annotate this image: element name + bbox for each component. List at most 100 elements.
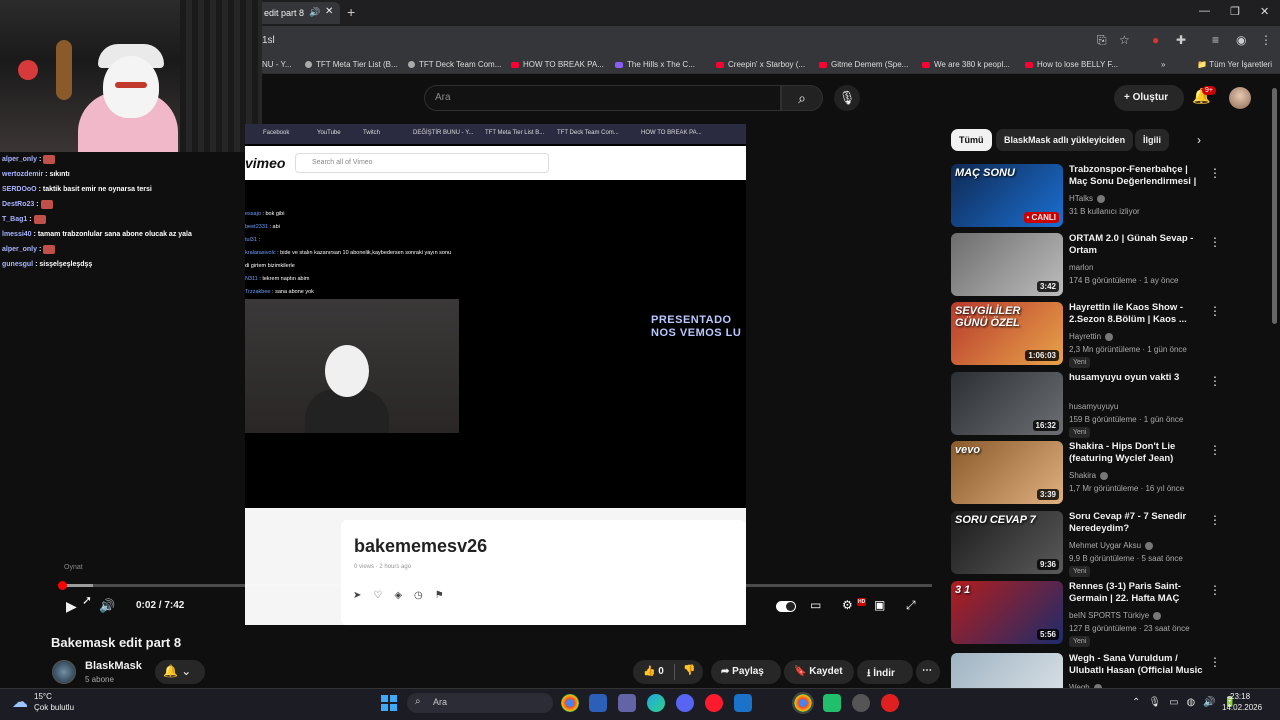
save-button[interactable]: 🔖 Kaydet: [784, 660, 854, 684]
like-dislike-group[interactable]: 👍 0 👎: [633, 660, 703, 684]
video-player[interactable]: Facebook YouTube Twitch DEĞİŞTİR BUNU - Y..…: [245, 124, 746, 625]
create-button[interactable]: + Oluştur: [1114, 85, 1184, 111]
profile-icon[interactable]: ◉: [1236, 33, 1246, 47]
bookmark-item[interactable]: NU - Y...: [262, 60, 292, 69]
bookmark-item[interactable]: Gitme Demem (Spe...: [819, 60, 908, 69]
recommendation-item[interactable]: 16:32 husamyuyu oyun vakti 3 husamyuyuyu 15…: [951, 372, 1261, 438]
extensions-puzzle-icon[interactable]: ✚: [1176, 33, 1186, 47]
bookmark-item[interactable]: TFT Meta Tier List (B...: [305, 60, 398, 69]
thumbs-up-icon[interactable]: 👍: [643, 666, 655, 677]
recommendation-thumbnail[interactable]: vevo 3:39: [951, 441, 1063, 504]
recommendation-channel[interactable]: husamyuyuyu: [1069, 402, 1118, 411]
fullscreen-icon[interactable]: ⤢: [906, 598, 916, 613]
more-options-icon[interactable]: ⋮: [1209, 443, 1221, 457]
recommendation-item[interactable]: MAÇ SONU • CANLI Trabzonspor-Fenerbahçe | …: [951, 164, 1261, 228]
bookmark-item[interactable]: Creepin' x Starboy (...: [716, 60, 805, 69]
recommendation-item[interactable]: SORU CEVAP 7 9:36 Soru Cevap #7 - 7 Senedi…: [951, 511, 1261, 577]
play-button[interactable]: ▶: [66, 598, 77, 615]
chip-from-uploader[interactable]: BlaskMask adlı yükleyiciden: [996, 129, 1134, 151]
store-icon[interactable]: [589, 694, 607, 712]
app-green-icon[interactable]: [823, 694, 841, 712]
recommendation-title[interactable]: Hayrettin ile Kaos Show - 2.Sezon 8.Bölü…: [1069, 302, 1207, 326]
more-options-icon[interactable]: ⋮: [1209, 304, 1221, 318]
more-options-icon[interactable]: ⋮: [1209, 374, 1221, 388]
more-options-icon[interactable]: ⋮: [1209, 513, 1221, 527]
bookmark-item[interactable]: How to lose BELLY F...: [1025, 60, 1118, 69]
recommendation-item[interactable]: SEVGİLİLER GÜNÜ ÖZEL 1:06:03 Hayrettin ile…: [951, 302, 1261, 368]
recommendation-title[interactable]: ORTAM 2.0 | Günah Sevap - Ortam: [1069, 233, 1207, 257]
recommendation-title[interactable]: Shakira - Hips Don't Lie (featuring Wycl…: [1069, 441, 1207, 465]
extension-red-icon[interactable]: ●: [1152, 33, 1159, 47]
page-scrollbar[interactable]: [1272, 88, 1277, 324]
edge-icon[interactable]: [647, 694, 665, 712]
channel-avatar[interactable]: [52, 660, 76, 684]
channel-name[interactable]: BlaskMask: [85, 660, 142, 672]
windows-start-icon[interactable]: [381, 695, 397, 711]
browser-menu-icon[interactable]: ⋮: [1260, 33, 1272, 47]
url-field[interactable]: 1sl: [262, 35, 275, 46]
recommendation-channel[interactable]: Hayrettin: [1069, 332, 1114, 341]
recommendation-item[interactable]: 3 1 5:56 Rennes (3-1) Paris Saint-Germain …: [951, 581, 1261, 647]
recommendation-title[interactable]: Rennes (3-1) Paris Saint-Germain | 22. H…: [1069, 581, 1207, 605]
more-options-icon[interactable]: ⋮: [1209, 655, 1221, 669]
more-options-icon[interactable]: ⋮: [1209, 166, 1221, 180]
recommendation-title[interactable]: Soru Cevap #7 - 7 Senedir Neredeydim?: [1069, 511, 1207, 535]
weather-temp[interactable]: 15°C: [34, 692, 52, 701]
clock-date[interactable]: 14.02.2026: [1222, 703, 1262, 712]
new-tab-button[interactable]: +: [347, 4, 355, 20]
bookmarks-overflow-icon[interactable]: »: [1161, 60, 1165, 69]
taskbar-search[interactable]: ⌕ Ara: [407, 693, 553, 713]
recommendation-title[interactable]: Wegh - Sana Vuruldum / Ulubatlı Hasan (O…: [1069, 653, 1207, 677]
chrome-active-icon[interactable]: [792, 692, 814, 714]
download-button[interactable]: ⭳ İndir: [857, 660, 913, 684]
recommendation-thumbnail[interactable]: SORU CEVAP 7 9:36: [951, 511, 1063, 574]
recommendation-thumbnail[interactable]: SEVGİLİLER GÜNÜ ÖZEL 1:06:03: [951, 302, 1063, 365]
discord-icon[interactable]: [676, 694, 694, 712]
account-avatar[interactable]: [1229, 87, 1251, 109]
recommendation-title[interactable]: husamyuyu oyun vakti 3: [1069, 372, 1207, 384]
recommendation-thumbnail[interactable]: 16:32: [951, 372, 1063, 435]
weather-desc[interactable]: Çok bulutlu: [34, 703, 74, 712]
all-bookmarks-folder[interactable]: 📁 Tüm Yer İşaretleri: [1197, 60, 1272, 69]
teams-icon[interactable]: [618, 694, 636, 712]
recommendation-title[interactable]: Trabzonspor-Fenerbahçe | Maç Sonu Değerl…: [1069, 164, 1207, 188]
volume-button[interactable]: 🔊: [99, 598, 115, 614]
recommendation-thumbnail[interactable]: MAÇ SONU • CANLI: [951, 164, 1063, 227]
clock-time[interactable]: 23:18: [1230, 692, 1250, 701]
miniplayer-icon[interactable]: ▣: [874, 598, 885, 612]
recommendation-thumbnail[interactable]: 3 1 5:56: [951, 581, 1063, 644]
chip-related[interactable]: İlgili: [1135, 129, 1169, 151]
chip-all[interactable]: Tümü: [951, 129, 992, 151]
recommendation-thumbnail[interactable]: 3:42: [951, 233, 1063, 296]
share-button[interactable]: ➦ Paylaş: [711, 660, 781, 684]
media-controls-icon[interactable]: ≡: [1212, 33, 1219, 47]
recommendation-channel[interactable]: marlon: [1069, 263, 1093, 272]
window-close-icon[interactable]: ✕: [1260, 5, 1269, 18]
autoplay-toggle[interactable]: [776, 601, 796, 612]
install-app-icon[interactable]: ⎘: [1097, 33, 1107, 48]
more-options-icon[interactable]: ⋮: [1209, 583, 1221, 597]
subtitles-icon[interactable]: ▭: [810, 598, 821, 612]
scrubber-handle[interactable]: [58, 581, 67, 590]
recommendation-item[interactable]: 3:42 ORTAM 2.0 | Günah Sevap - Ortam marlo…: [951, 233, 1261, 297]
app-gray-icon[interactable]: [852, 694, 870, 712]
browser-tab-active[interactable]: edit part 8 🔊 ✕: [258, 2, 340, 24]
progress-bar[interactable]: [60, 584, 932, 587]
search-input[interactable]: Ara: [424, 85, 781, 111]
restore-icon[interactable]: ❐: [1230, 5, 1240, 18]
recommendation-channel[interactable]: HTalks: [1069, 194, 1106, 203]
bookmark-item[interactable]: The Hills x The C...: [615, 60, 695, 69]
speaker-icon[interactable]: 🔊: [309, 7, 320, 18]
close-tab-icon[interactable]: ✕: [325, 6, 333, 17]
recommendation-channel[interactable]: Shakira: [1069, 471, 1109, 480]
recommendation-item[interactable]: vevo 3:39 Shakira - Hips Don't Lie (featur…: [951, 441, 1261, 505]
bookmark-item[interactable]: We are 380 k peopl...: [922, 60, 1010, 69]
subscription-bell-button[interactable]: 🔔 ⌄: [155, 660, 205, 684]
bookmark-item[interactable]: HOW TO BREAK PA...: [511, 60, 604, 69]
cloud-icon[interactable]: ☁: [12, 692, 28, 712]
mail-icon[interactable]: [734, 694, 752, 712]
settings-gear-icon[interactable]: ⚙: [842, 598, 853, 612]
minimize-icon[interactable]: —: [1199, 5, 1210, 17]
search-button[interactable]: ⌕: [781, 85, 823, 111]
thumbs-down-icon[interactable]: 👎: [683, 665, 695, 676]
